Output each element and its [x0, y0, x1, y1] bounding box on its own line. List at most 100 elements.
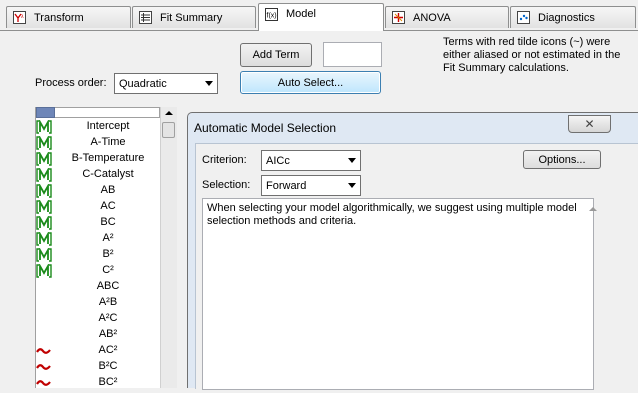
term-name: BC [100, 216, 116, 228]
term-name: AB² [98, 328, 118, 340]
term-name: Intercept [86, 120, 130, 132]
term-name: A² [102, 232, 114, 244]
model-term-icon[interactable] [36, 198, 52, 214]
term-name: AC² [98, 344, 118, 356]
add-term-input[interactable] [323, 42, 382, 67]
term-row[interactable]: ABC [36, 279, 160, 295]
diagnostics-icon [517, 11, 530, 24]
tab-anova-label: ANOVA [413, 11, 451, 24]
chevron-down-icon [348, 158, 356, 163]
close-icon: ✕ [584, 117, 595, 131]
model-icon: f(x) [265, 8, 278, 21]
scroll-up-icon[interactable] [589, 207, 597, 211]
selection-select[interactable]: Forward [261, 175, 361, 196]
dialog-title: Automatic Model Selection [194, 121, 337, 135]
term-row[interactable]: Intercept [36, 118, 160, 135]
model-term-icon[interactable] [36, 134, 52, 150]
term-row[interactable]: B² [36, 246, 160, 263]
model-term-icon[interactable] [36, 262, 52, 278]
add-term-button[interactable]: Add Term [240, 43, 312, 67]
model-term-icon[interactable] [36, 246, 52, 262]
process-order-select[interactable]: Quadratic [114, 73, 218, 94]
term-name: AC [100, 200, 116, 212]
auto-select-button[interactable]: Auto Select... [240, 71, 381, 94]
tab-model[interactable]: f(x) Model [258, 3, 384, 31]
criterion-label: Criterion: [202, 154, 247, 166]
svg-text:f(x): f(x) [267, 13, 277, 20]
scroll-thumb[interactable] [162, 122, 175, 138]
term-row[interactable]: A²C [36, 311, 160, 327]
dialog-close-button[interactable]: ✕ [568, 115, 611, 133]
term-row[interactable]: B²C [36, 359, 160, 375]
model-term-icon[interactable] [36, 214, 52, 230]
term-name: A²C [98, 312, 118, 324]
term-list-panel: Intercept A-Time B-Temperature C-Catalyst AB… [35, 107, 177, 391]
term-name-column-header[interactable] [55, 107, 160, 118]
tab-bar: λ Transform Fit Summary f(x) Model ANOVA… [0, 0, 638, 31]
tab-fit-summary[interactable]: Fit Summary [132, 6, 256, 28]
term-row[interactable]: BC² [36, 375, 160, 391]
svg-text:λ: λ [21, 14, 24, 20]
description-text: When selecting your model algorithmicall… [207, 202, 577, 227]
term-name: A²B [98, 296, 118, 308]
criterion-value: AICc [266, 154, 290, 167]
model-term-icon[interactable] [36, 166, 52, 182]
model-term-icon[interactable] [36, 182, 52, 198]
term-row[interactable]: B-Temperature [36, 150, 160, 167]
fit-summary-icon [139, 11, 152, 24]
term-row[interactable]: AC² [36, 343, 160, 359]
term-row[interactable]: AB [36, 182, 160, 199]
term-name: C² [102, 264, 114, 276]
tab-anova[interactable]: ANOVA [385, 6, 509, 28]
selection-value: Forward [266, 179, 307, 192]
term-name: ABC [96, 280, 120, 292]
term-list-scrollbar[interactable] [160, 107, 177, 388]
term-mark-empty[interactable] [36, 312, 52, 326]
term-name: B²C [98, 360, 118, 372]
model-term-icon[interactable] [36, 150, 52, 166]
tab-model-label: Model [286, 8, 316, 20]
term-name: C-Catalyst [82, 168, 134, 180]
alias-note: Terms with red tilde icons (~) were eith… [443, 36, 621, 74]
term-row[interactable]: C-Catalyst [36, 166, 160, 183]
dialog-body: Criterion: AICc Selection: Forward Optio… [195, 143, 638, 390]
aliased-tilde-icon[interactable] [36, 344, 52, 358]
process-order-label: Process order: [35, 77, 107, 89]
selection-description: When selecting your model algorithmicall… [202, 198, 597, 390]
chevron-down-icon [205, 81, 213, 86]
term-row[interactable]: C² [36, 262, 160, 279]
term-name: A-Time [90, 136, 126, 148]
criterion-select[interactable]: AICc [261, 150, 361, 171]
tab-diagnostics-label: Diagnostics [538, 11, 595, 24]
term-mark-empty[interactable] [36, 296, 52, 310]
term-mark-column-header[interactable] [36, 107, 55, 118]
term-row[interactable]: AC [36, 198, 160, 215]
tab-fit-summary-label: Fit Summary [160, 11, 223, 24]
term-mark-empty[interactable] [36, 328, 52, 342]
automatic-model-selection-dialog: Automatic Model Selection ✕ Criterion: A… [187, 112, 638, 390]
term-mark-empty[interactable] [36, 280, 52, 294]
term-name: AB [100, 184, 116, 196]
term-name: B² [102, 248, 114, 260]
anova-icon [392, 11, 405, 24]
term-name: BC² [98, 376, 118, 388]
model-term-icon[interactable] [36, 230, 52, 246]
term-row[interactable]: A²B [36, 295, 160, 311]
scroll-up-icon[interactable] [165, 111, 173, 115]
chevron-down-icon [348, 183, 356, 188]
aliased-tilde-icon[interactable] [36, 360, 52, 374]
description-scrollbar[interactable] [585, 199, 601, 391]
term-row[interactable]: BC [36, 214, 160, 231]
model-term-icon[interactable] [36, 118, 52, 134]
process-order-value: Quadratic [119, 77, 167, 90]
term-row[interactable]: A² [36, 230, 160, 247]
options-button[interactable]: Options... [523, 150, 601, 169]
selection-label: Selection: [202, 179, 251, 191]
term-row[interactable]: AB² [36, 327, 160, 343]
term-list-header [36, 107, 160, 119]
tab-diagnostics[interactable]: Diagnostics [510, 6, 636, 28]
term-name: B-Temperature [71, 152, 145, 164]
tab-transform[interactable]: λ Transform [6, 6, 131, 28]
term-row[interactable]: A-Time [36, 134, 160, 151]
tab-transform-label: Transform [34, 11, 84, 24]
